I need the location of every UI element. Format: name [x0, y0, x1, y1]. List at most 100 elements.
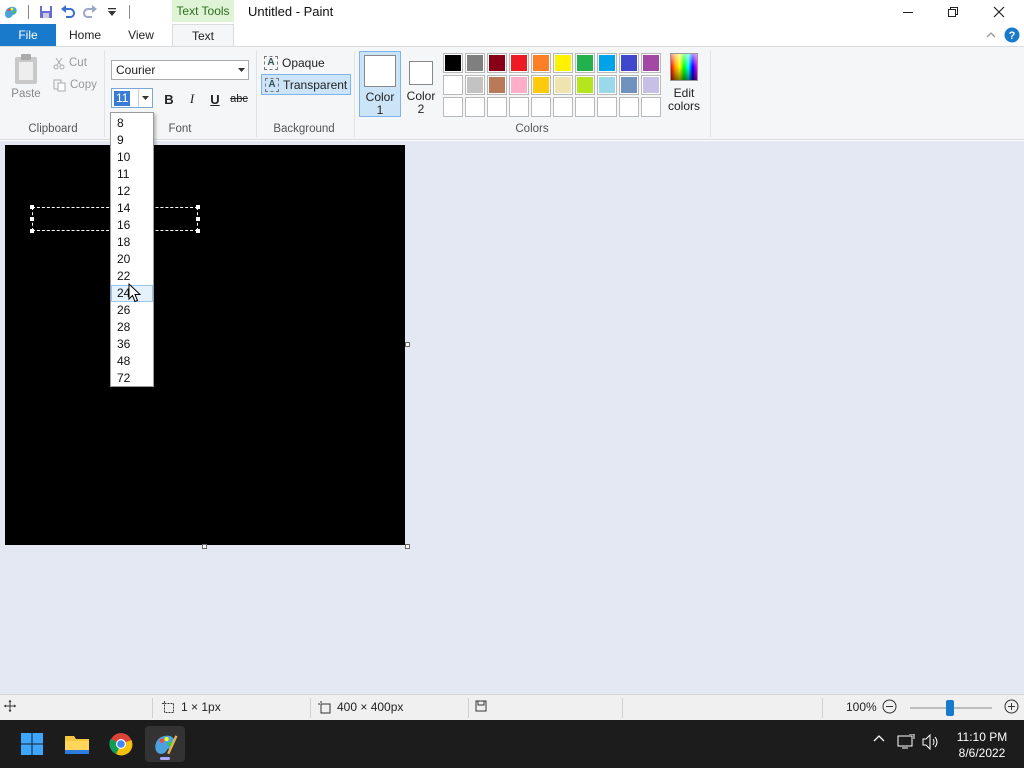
palette-color-swatch[interactable] — [597, 53, 617, 73]
font-size-dropdown-list: 8 9 10 11 12 14 16 18 20 22 24 26 28 36 48 72 — [110, 112, 154, 387]
palette-color-swatch[interactable] — [531, 97, 551, 117]
save-icon[interactable] — [35, 2, 57, 22]
font-size-combo[interactable]: 11 — [111, 88, 153, 108]
paint-app-icon[interactable] — [0, 2, 22, 22]
palette-color-swatch[interactable] — [575, 97, 595, 117]
tab-view[interactable]: View — [116, 24, 166, 46]
palette-color-swatch[interactable] — [575, 75, 595, 95]
palette-color-swatch[interactable] — [553, 53, 573, 73]
palette-color-swatch[interactable] — [487, 53, 507, 73]
undo-icon[interactable] — [57, 2, 79, 22]
font-family-combo[interactable]: Courier — [111, 60, 249, 80]
help-icon[interactable]: ? — [1003, 26, 1021, 44]
selection-size: 1 × 1px — [162, 700, 221, 714]
canvas-resize-handle-corner[interactable] — [405, 544, 410, 549]
palette-color-swatch[interactable] — [509, 97, 529, 117]
color1-button[interactable]: Color 1 — [359, 51, 401, 117]
drawing-canvas[interactable] — [5, 145, 405, 545]
font-size-option[interactable]: 12 — [111, 183, 153, 200]
zoom-in-button[interactable] — [1004, 699, 1019, 714]
font-size-option[interactable]: 72 — [111, 370, 153, 387]
group-divider — [354, 51, 355, 137]
color2-button[interactable]: Color 2 — [404, 51, 438, 117]
font-size-option[interactable]: 36 — [111, 336, 153, 353]
palette-color-swatch[interactable] — [619, 75, 639, 95]
copy-button[interactable]: Copy — [53, 75, 97, 95]
text-box-handle[interactable] — [30, 229, 34, 233]
font-size-option[interactable]: 9 — [111, 132, 153, 149]
cut-button[interactable]: Cut — [53, 53, 87, 73]
palette-color-swatch[interactable] — [487, 75, 507, 95]
minimize-ribbon-icon[interactable] — [982, 26, 1000, 44]
text-box-handle[interactable] — [196, 229, 200, 233]
show-hidden-icons-button[interactable] — [870, 734, 888, 742]
font-size-option[interactable]: 26 — [111, 302, 153, 319]
palette-color-swatch[interactable] — [641, 97, 661, 117]
palette-color-swatch[interactable] — [465, 75, 485, 95]
font-size-value[interactable]: 11 — [114, 91, 131, 106]
font-size-option[interactable]: 20 — [111, 251, 153, 268]
canvas-resize-handle-right[interactable] — [405, 342, 410, 347]
palette-color-swatch[interactable] — [487, 97, 507, 117]
italic-button[interactable]: I — [181, 89, 203, 109]
opaque-button[interactable]: A Opaque — [261, 52, 328, 73]
chrome-button[interactable] — [101, 726, 141, 762]
palette-color-swatch[interactable] — [619, 97, 639, 117]
font-size-option[interactable]: 10 — [111, 149, 153, 166]
palette-color-swatch[interactable] — [553, 75, 573, 95]
zoom-slider-thumb[interactable] — [946, 700, 954, 716]
zoom-out-button[interactable] — [882, 699, 897, 714]
file-explorer-button[interactable] — [57, 726, 97, 762]
text-box-handle[interactable] — [196, 205, 200, 209]
palette-color-swatch[interactable] — [443, 97, 463, 117]
palette-color-swatch[interactable] — [553, 97, 573, 117]
canvas-resize-handle-bottom[interactable] — [202, 544, 207, 549]
font-size-option[interactable]: 8 — [111, 115, 153, 132]
image-size-value: 400 × 400px — [337, 700, 404, 714]
palette-color-swatch[interactable] — [641, 75, 661, 95]
tab-file[interactable]: File — [0, 24, 56, 46]
font-size-option[interactable]: 48 — [111, 353, 153, 370]
network-icon[interactable] — [896, 734, 916, 750]
minimize-button[interactable] — [885, 0, 931, 24]
palette-color-swatch[interactable] — [509, 53, 529, 73]
transparent-button[interactable]: A Transparent — [261, 74, 352, 95]
palette-color-swatch[interactable] — [597, 75, 617, 95]
palette-color-swatch[interactable] — [443, 53, 463, 73]
redo-icon[interactable] — [79, 2, 101, 22]
palette-color-swatch[interactable] — [531, 75, 551, 95]
strikethrough-button[interactable]: abc — [227, 89, 251, 109]
paste-button[interactable]: Paste — [6, 53, 46, 113]
text-box-handle[interactable] — [196, 217, 200, 221]
palette-color-swatch[interactable] — [509, 75, 529, 95]
edit-colors-button[interactable]: Edit colors — [668, 53, 700, 113]
palette-color-swatch[interactable] — [443, 75, 463, 95]
palette-color-swatch[interactable] — [641, 53, 661, 73]
text-box-handle[interactable] — [30, 205, 34, 209]
paint-taskbar-button[interactable] — [145, 726, 185, 762]
font-size-option[interactable]: 16 — [111, 217, 153, 234]
font-size-option[interactable]: 18 — [111, 234, 153, 251]
palette-color-swatch[interactable] — [597, 97, 617, 117]
restore-button[interactable] — [930, 0, 976, 24]
underline-button[interactable]: U — [204, 89, 226, 109]
customize-qat-icon[interactable] — [101, 2, 123, 22]
tab-home[interactable]: Home — [60, 24, 110, 46]
bold-button[interactable]: B — [158, 89, 180, 109]
palette-color-swatch[interactable] — [575, 53, 595, 73]
tab-text[interactable]: Text — [172, 24, 234, 47]
palette-color-fill — [445, 77, 461, 93]
font-size-option[interactable]: 14 — [111, 200, 153, 217]
font-size-dropdown-button[interactable] — [138, 89, 152, 107]
font-size-option[interactable]: 11 — [111, 166, 153, 183]
text-box-handle[interactable] — [30, 217, 34, 221]
palette-color-swatch[interactable] — [465, 53, 485, 73]
volume-icon[interactable] — [921, 734, 941, 750]
palette-color-swatch[interactable] — [465, 97, 485, 117]
palette-color-swatch[interactable] — [619, 53, 639, 73]
system-clock[interactable]: 11:10 PM 8/6/2022 — [950, 729, 1014, 761]
font-size-option[interactable]: 28 — [111, 319, 153, 336]
start-button[interactable] — [12, 726, 52, 762]
palette-color-swatch[interactable] — [531, 53, 551, 73]
close-button[interactable] — [976, 0, 1022, 24]
